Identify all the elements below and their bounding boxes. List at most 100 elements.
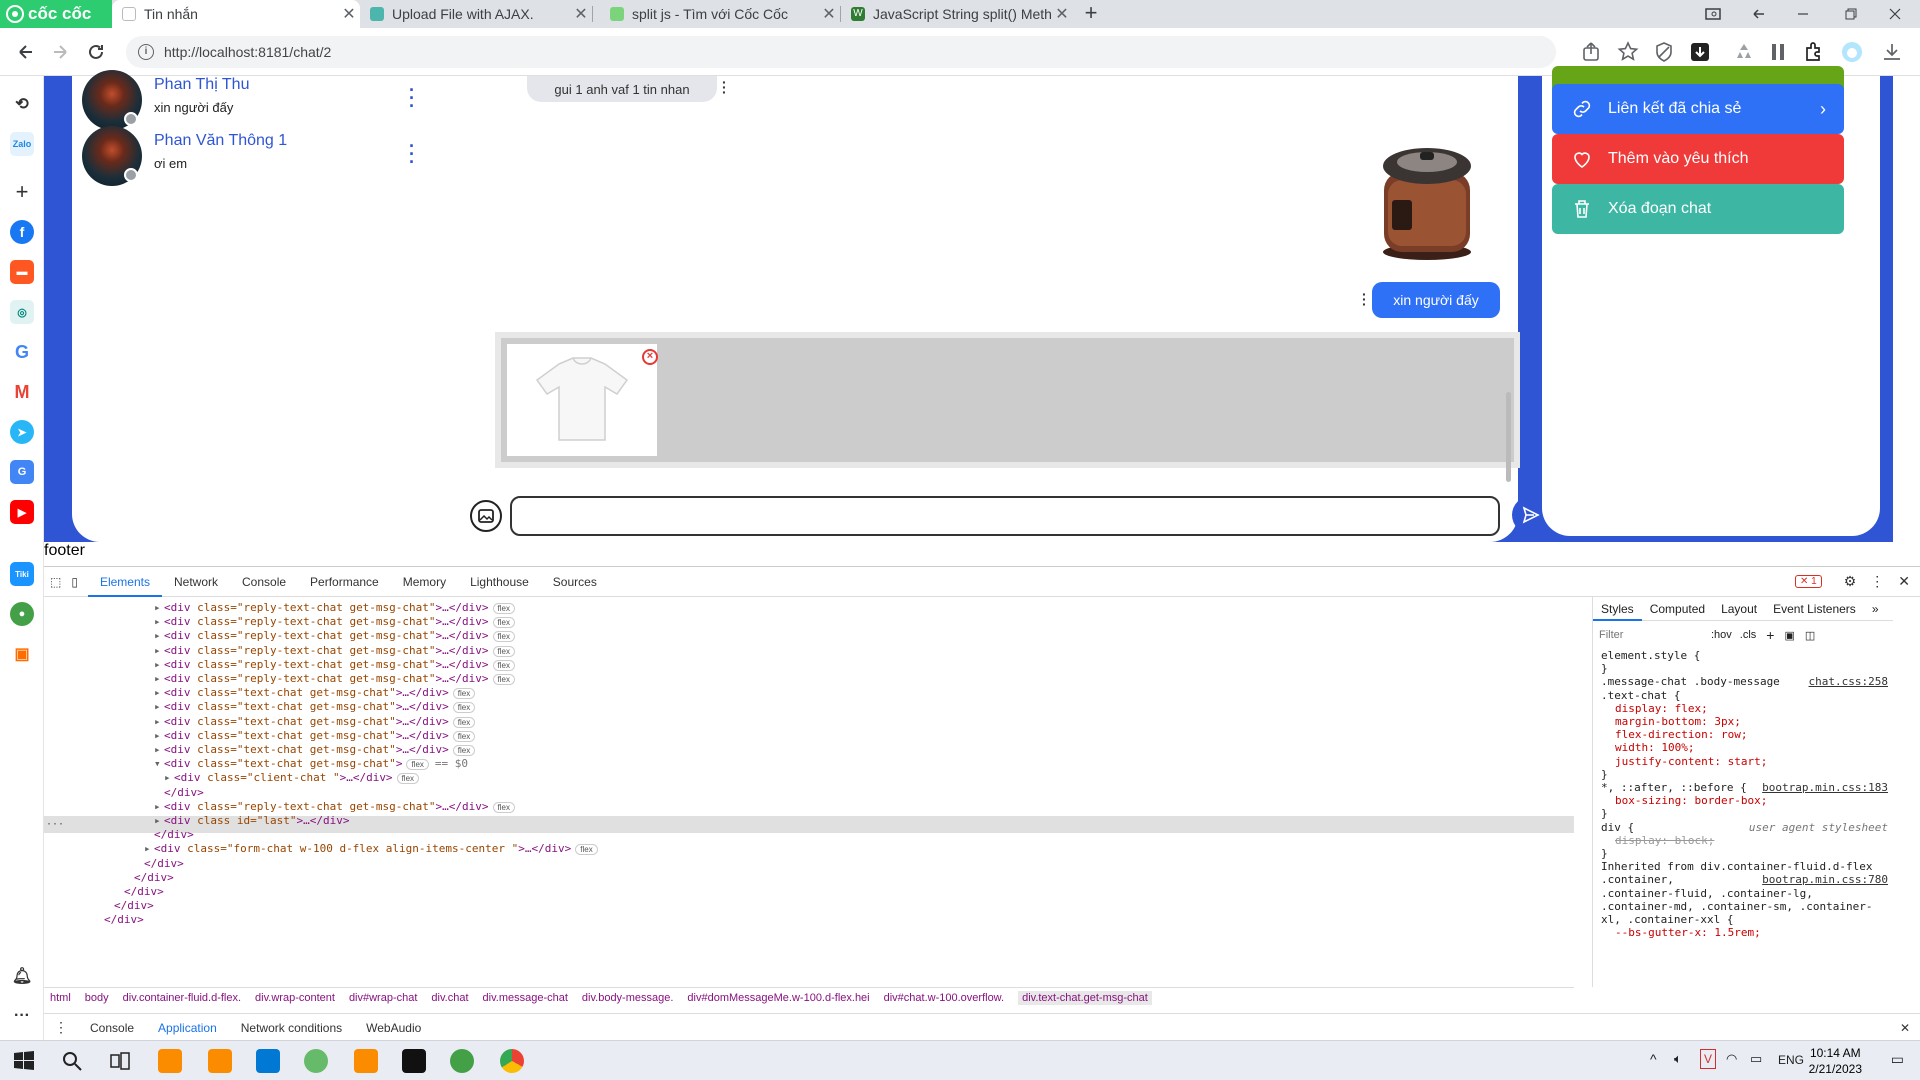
input-language[interactable]: ENG — [1778, 1053, 1804, 1067]
tab-lighthouse[interactable]: Lighthouse — [458, 567, 541, 597]
vscode-icon[interactable] — [256, 1049, 280, 1073]
close-tab-icon[interactable]: ✕ — [338, 4, 360, 24]
more-tabs-icon[interactable]: » — [1864, 602, 1887, 616]
chat-scrollbar[interactable] — [1506, 392, 1511, 482]
history-icon[interactable]: ⟲ — [10, 92, 34, 116]
tab-upload-file[interactable]: Upload File with AJAX. ✕ — [360, 0, 592, 28]
error-count-badge[interactable]: ✕ 1 — [1794, 575, 1822, 588]
add-shortcut-icon[interactable]: + — [10, 179, 34, 204]
forward-arrow-icon[interactable] — [50, 42, 70, 62]
close-tab-icon[interactable]: ✕ — [818, 4, 840, 24]
close-drawer-icon[interactable]: ✕ — [1900, 1021, 1910, 1035]
tab-network[interactable]: Network — [162, 567, 230, 597]
bookmark-star-icon[interactable] — [1616, 40, 1640, 64]
windows-start-icon[interactable] — [12, 1049, 36, 1073]
message-input[interactable] — [510, 496, 1500, 536]
battery-icon[interactable]: ▭ — [1750, 1051, 1762, 1067]
conversation-menu-icon[interactable]: · · · — [407, 137, 417, 171]
close-tab-icon[interactable]: ✕ — [570, 4, 592, 24]
breadcrumb-item[interactable]: div.text-chat.get-msg-chat — [1018, 990, 1152, 1005]
breadcrumb-item[interactable]: div.wrap-content — [255, 992, 335, 1004]
breadcrumb-item[interactable]: div.container-fluid.d-flex. — [123, 992, 241, 1004]
maximize-button[interactable] — [1832, 0, 1870, 28]
add-favorite-button[interactable]: Thêm vào yêu thích — [1552, 134, 1844, 184]
drawer-tab-network-conditions[interactable]: Network conditions — [229, 1014, 354, 1042]
style-source-link[interactable]: bootrap.min.css:183 — [1762, 781, 1888, 795]
close-tab-icon[interactable]: ✕ — [1051, 4, 1073, 24]
back-arrow-icon[interactable] — [16, 42, 36, 62]
terminal-icon[interactable] — [402, 1049, 426, 1073]
site-info-icon[interactable]: i — [138, 44, 154, 60]
zalo-icon[interactable]: Zalo — [10, 132, 34, 156]
dom-node-row[interactable]: </div> — [94, 911, 144, 928]
downloads-icon[interactable] — [1880, 40, 1904, 64]
breadcrumb-item[interactable]: html — [50, 992, 71, 1004]
google-icon[interactable]: G — [10, 340, 34, 364]
game-icon[interactable]: ● — [10, 602, 34, 626]
breadcrumb-item[interactable]: div#chat.w-100.overflow. — [884, 992, 1004, 1004]
flex-badge[interactable]: flex — [396, 773, 420, 785]
conversation-item[interactable]: Phan Văn Thông 1 ơi em · · · — [82, 126, 432, 186]
youtube-icon[interactable]: ▶ — [10, 500, 34, 524]
profile-avatar-icon[interactable] — [1840, 40, 1864, 64]
kebab-menu-icon[interactable]: ⋮ — [1870, 573, 1884, 590]
network-app-icon[interactable] — [450, 1049, 474, 1073]
notification-center-icon[interactable]: ▭ — [1891, 1051, 1904, 1068]
breadcrumb-item[interactable]: div.body-message. — [582, 992, 674, 1004]
coccoc-taskbar-icon[interactable] — [304, 1049, 328, 1073]
xampp-icon[interactable] — [158, 1049, 182, 1073]
telegram-icon[interactable]: ➤ — [10, 420, 34, 444]
extensions-puzzle-icon[interactable] — [1802, 40, 1826, 64]
browser-logo[interactable]: cốc cốc — [0, 0, 112, 28]
settings-gear-icon[interactable]: ⚙ — [1844, 573, 1857, 590]
tab-computed[interactable]: Computed — [1642, 602, 1713, 616]
flex-badge[interactable]: flex — [492, 801, 515, 813]
tab-styles[interactable]: Styles — [1593, 597, 1642, 621]
new-rule-icon[interactable]: + — [1766, 627, 1774, 643]
tab-js-split[interactable]: W JavaScript String split() Meth ✕ — [841, 0, 1073, 28]
tab-event-listeners[interactable]: Event Listeners — [1765, 602, 1864, 616]
style-source-link[interactable]: chat.css:258 — [1809, 675, 1888, 689]
conversation-menu-icon[interactable]: · · · — [407, 81, 417, 115]
tab-elements[interactable]: Elements — [87, 567, 162, 597]
attach-image-button[interactable] — [470, 500, 502, 532]
tab-memory[interactable]: Memory — [391, 567, 458, 597]
tab-search-button[interactable] — [1694, 0, 1732, 28]
sidebar-toggle-icon[interactable] — [1766, 40, 1790, 64]
shield-icon[interactable] — [1652, 40, 1676, 64]
computed-sidebar-icon[interactable]: ◫ — [1805, 629, 1815, 642]
node-actions-icon[interactable]: ··· — [46, 819, 64, 830]
tiki-icon[interactable]: Tiki — [10, 562, 34, 586]
delete-chat-button[interactable]: Xóa đoạn chat — [1552, 184, 1844, 234]
shopping-icon[interactable]: ▣ — [10, 642, 34, 666]
system-clock[interactable]: 10:14 AM 2/21/2023 — [1809, 1045, 1862, 1077]
download-video-icon[interactable] — [1688, 40, 1712, 64]
address-bar[interactable]: i http://localhost:8181/chat/2 — [126, 36, 1556, 68]
share-icon[interactable] — [1580, 40, 1604, 64]
wifi-icon[interactable]: ◠ — [1726, 1051, 1737, 1067]
flex-badge[interactable]: flex — [575, 844, 598, 856]
soundcloud-icon[interactable]: ▬ — [10, 260, 34, 284]
tab-sources[interactable]: Sources — [541, 567, 609, 597]
breadcrumb-item[interactable]: div.message-chat — [483, 992, 568, 1004]
drawer-menu-icon[interactable]: ⋮ — [44, 1019, 78, 1036]
breadcrumb-item[interactable]: div#wrap-chat — [349, 992, 417, 1004]
more-options-icon[interactable]: ··· — [10, 1004, 34, 1028]
chrome-icon[interactable] — [500, 1049, 524, 1073]
style-source-link[interactable]: bootrap.min.css:780 — [1762, 873, 1888, 887]
chevron-up-icon[interactable]: ^ — [1650, 1051, 1657, 1067]
expand-triangle-icon[interactable]: ▾ — [154, 755, 164, 772]
device-toolbar-icon[interactable]: ▯ — [67, 567, 88, 597]
recycle-icon[interactable] — [1732, 40, 1756, 64]
reload-icon[interactable] — [86, 42, 106, 62]
breadcrumb-item[interactable]: body — [85, 992, 109, 1004]
search-icon[interactable] — [60, 1049, 84, 1073]
close-devtools-icon[interactable]: ✕ — [1898, 573, 1910, 590]
remove-image-icon[interactable]: × — [642, 349, 658, 365]
shared-links-button[interactable]: Liên kết đã chia sẻ › — [1552, 84, 1844, 134]
drawer-tab-console[interactable]: Console — [78, 1014, 146, 1042]
tab-split-js[interactable]: split js - Tìm với Cốc Cốc ✕ — [600, 0, 840, 28]
tab-console[interactable]: Console — [230, 567, 298, 597]
message-menu-icon[interactable]: · · · — [722, 75, 727, 99]
tab-tin-nhan[interactable]: Tin nhắn ✕ — [112, 0, 360, 28]
